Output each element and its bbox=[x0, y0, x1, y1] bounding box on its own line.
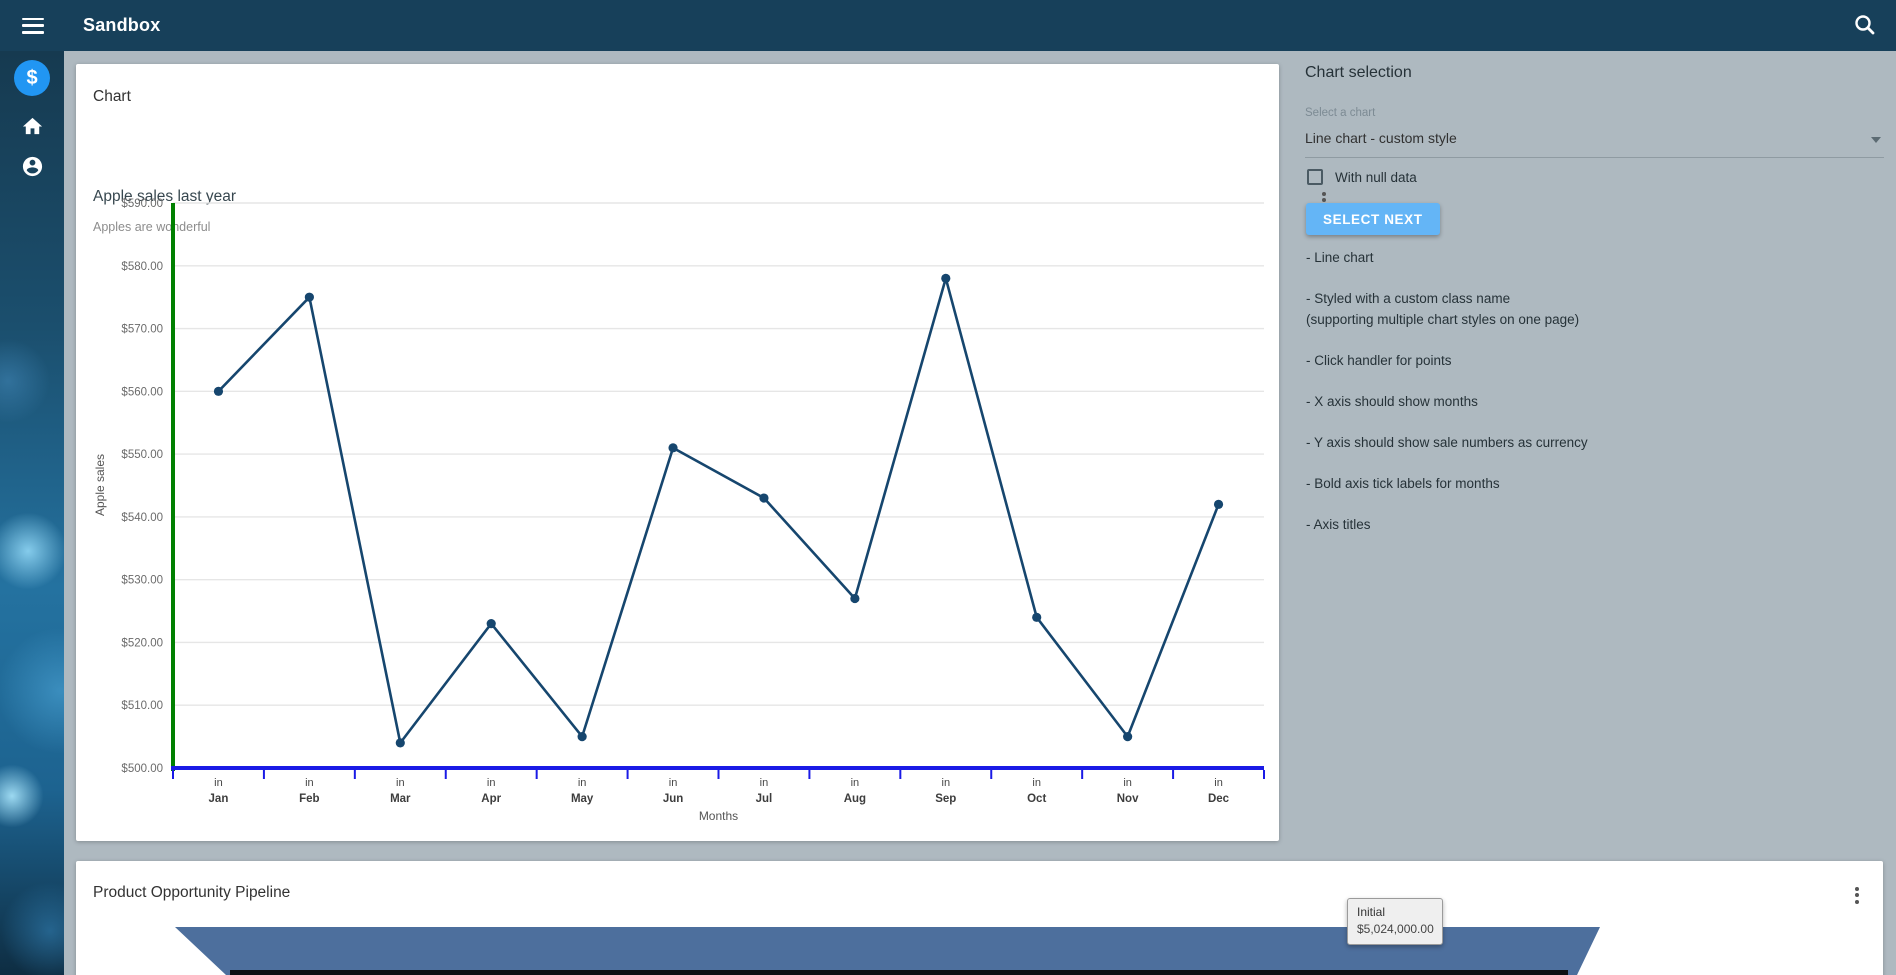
data-point[interactable] bbox=[850, 594, 859, 603]
x-tick-prefix: in bbox=[1032, 777, 1041, 789]
dropdown-underline bbox=[1305, 157, 1884, 158]
x-tick-label: Jun bbox=[663, 793, 683, 805]
x-tick-prefix: in bbox=[851, 777, 860, 789]
sidebar: $ bbox=[0, 51, 64, 975]
home-icon bbox=[21, 115, 44, 138]
data-point[interactable] bbox=[668, 443, 677, 452]
chart-card: Chart Apple sales last year Apples are w… bbox=[76, 64, 1279, 841]
y-tick-label: $590.00 bbox=[121, 198, 163, 210]
x-tick-label: Aug bbox=[844, 793, 866, 805]
y-tick-label: $530.00 bbox=[121, 575, 163, 587]
chart-notes: - Line chart - Styled with a custom class… bbox=[1306, 247, 1726, 555]
select-next-button[interactable]: SELECT NEXT bbox=[1306, 203, 1440, 235]
x-tick-label: Apr bbox=[481, 793, 501, 805]
x-tick-prefix: in bbox=[214, 777, 223, 789]
chevron-down-icon[interactable] bbox=[1871, 137, 1881, 143]
dollar-icon: $ bbox=[14, 60, 50, 96]
x-tick-label: Sep bbox=[935, 793, 956, 805]
app-title: Sandbox bbox=[83, 15, 160, 36]
data-point[interactable] bbox=[487, 619, 496, 628]
y-axis-title: Apple sales bbox=[93, 454, 107, 516]
null-data-checkbox[interactable] bbox=[1307, 169, 1323, 185]
tooltip-value: $5,024,000.00 bbox=[1357, 922, 1433, 936]
sidebar-item-sales[interactable]: $ bbox=[0, 58, 64, 98]
data-point[interactable] bbox=[305, 293, 314, 302]
x-tick-prefix: in bbox=[942, 777, 951, 789]
x-tick-label: May bbox=[571, 793, 594, 805]
y-tick-label: $560.00 bbox=[121, 386, 163, 398]
x-tick-prefix: in bbox=[1214, 777, 1223, 789]
search-icon[interactable] bbox=[1850, 10, 1880, 40]
data-point[interactable] bbox=[396, 738, 405, 747]
y-tick-label: $500.00 bbox=[121, 763, 163, 775]
note-item: - Bold axis tick labels for months bbox=[1306, 473, 1726, 494]
y-tick-label: $520.00 bbox=[121, 637, 163, 649]
series-line bbox=[218, 278, 1218, 743]
data-point[interactable] bbox=[759, 493, 768, 502]
y-tick-label: $510.00 bbox=[121, 700, 163, 712]
y-tick-label: $540.00 bbox=[121, 512, 163, 524]
y-tick-label: $570.00 bbox=[121, 324, 163, 336]
y-tick-label: $550.00 bbox=[121, 449, 163, 461]
funnel-tooltip: Initial $5,024,000.00 bbox=[1347, 898, 1443, 945]
x-axis-title: Months bbox=[699, 809, 738, 823]
x-tick-prefix: in bbox=[487, 777, 496, 789]
data-point[interactable] bbox=[941, 274, 950, 283]
data-point[interactable] bbox=[578, 732, 587, 741]
tooltip-label: Initial bbox=[1357, 905, 1433, 919]
funnel-chart bbox=[76, 861, 1883, 975]
null-data-checkbox-row[interactable]: With null data bbox=[1307, 169, 1417, 185]
x-tick-prefix: in bbox=[760, 777, 769, 789]
null-data-label: With null data bbox=[1335, 170, 1417, 185]
note-item: - Axis titles bbox=[1306, 514, 1726, 535]
note-item: - Y axis should show sale numbers as cur… bbox=[1306, 432, 1726, 453]
x-tick-prefix: in bbox=[305, 777, 314, 789]
x-tick-label: Jan bbox=[209, 793, 229, 805]
top-app-bar: Sandbox bbox=[0, 0, 1896, 51]
x-tick-prefix: in bbox=[669, 777, 678, 789]
note-item: - X axis should show months bbox=[1306, 391, 1726, 412]
chart-select-dropdown[interactable]: Line chart - custom style bbox=[1305, 130, 1884, 146]
x-tick-label: Jul bbox=[756, 793, 773, 805]
line-chart: $590.00 $580.00 $570.00 $560.00 $550.00 $540.… bbox=[76, 64, 1279, 841]
data-point[interactable] bbox=[1214, 500, 1223, 509]
data-point[interactable] bbox=[1123, 732, 1132, 741]
panel-heading: Chart selection bbox=[1305, 64, 1412, 82]
sidebar-item-home[interactable] bbox=[0, 106, 64, 146]
x-tick-label: Oct bbox=[1027, 793, 1046, 805]
x-tick-prefix: in bbox=[396, 777, 405, 789]
x-tick-label: Nov bbox=[1117, 793, 1139, 805]
data-point[interactable] bbox=[214, 387, 223, 396]
x-tick-label: Dec bbox=[1208, 793, 1230, 805]
chart-selection-panel: Chart selection Select a chart Line char… bbox=[1305, 51, 1896, 975]
select-chart-label: Select a chart bbox=[1305, 107, 1375, 119]
account-icon bbox=[21, 155, 44, 178]
x-tick-label: Mar bbox=[390, 793, 411, 805]
note-item: - Styled with a custom class name (suppo… bbox=[1306, 288, 1726, 330]
data-point[interactable] bbox=[1032, 613, 1041, 622]
x-tick-prefix: in bbox=[1123, 777, 1132, 789]
sidebar-item-account[interactable] bbox=[0, 146, 64, 186]
x-tick-prefix: in bbox=[578, 777, 587, 789]
menu-icon[interactable] bbox=[22, 18, 44, 34]
pipeline-card: Product Opportunity Pipeline bbox=[76, 861, 1883, 975]
funnel-segment-next bbox=[230, 970, 1568, 975]
note-item: - Line chart bbox=[1306, 247, 1726, 268]
y-tick-label: $580.00 bbox=[121, 261, 163, 273]
note-item: - Click handler for points bbox=[1306, 350, 1726, 371]
x-tick-label: Feb bbox=[299, 793, 319, 805]
